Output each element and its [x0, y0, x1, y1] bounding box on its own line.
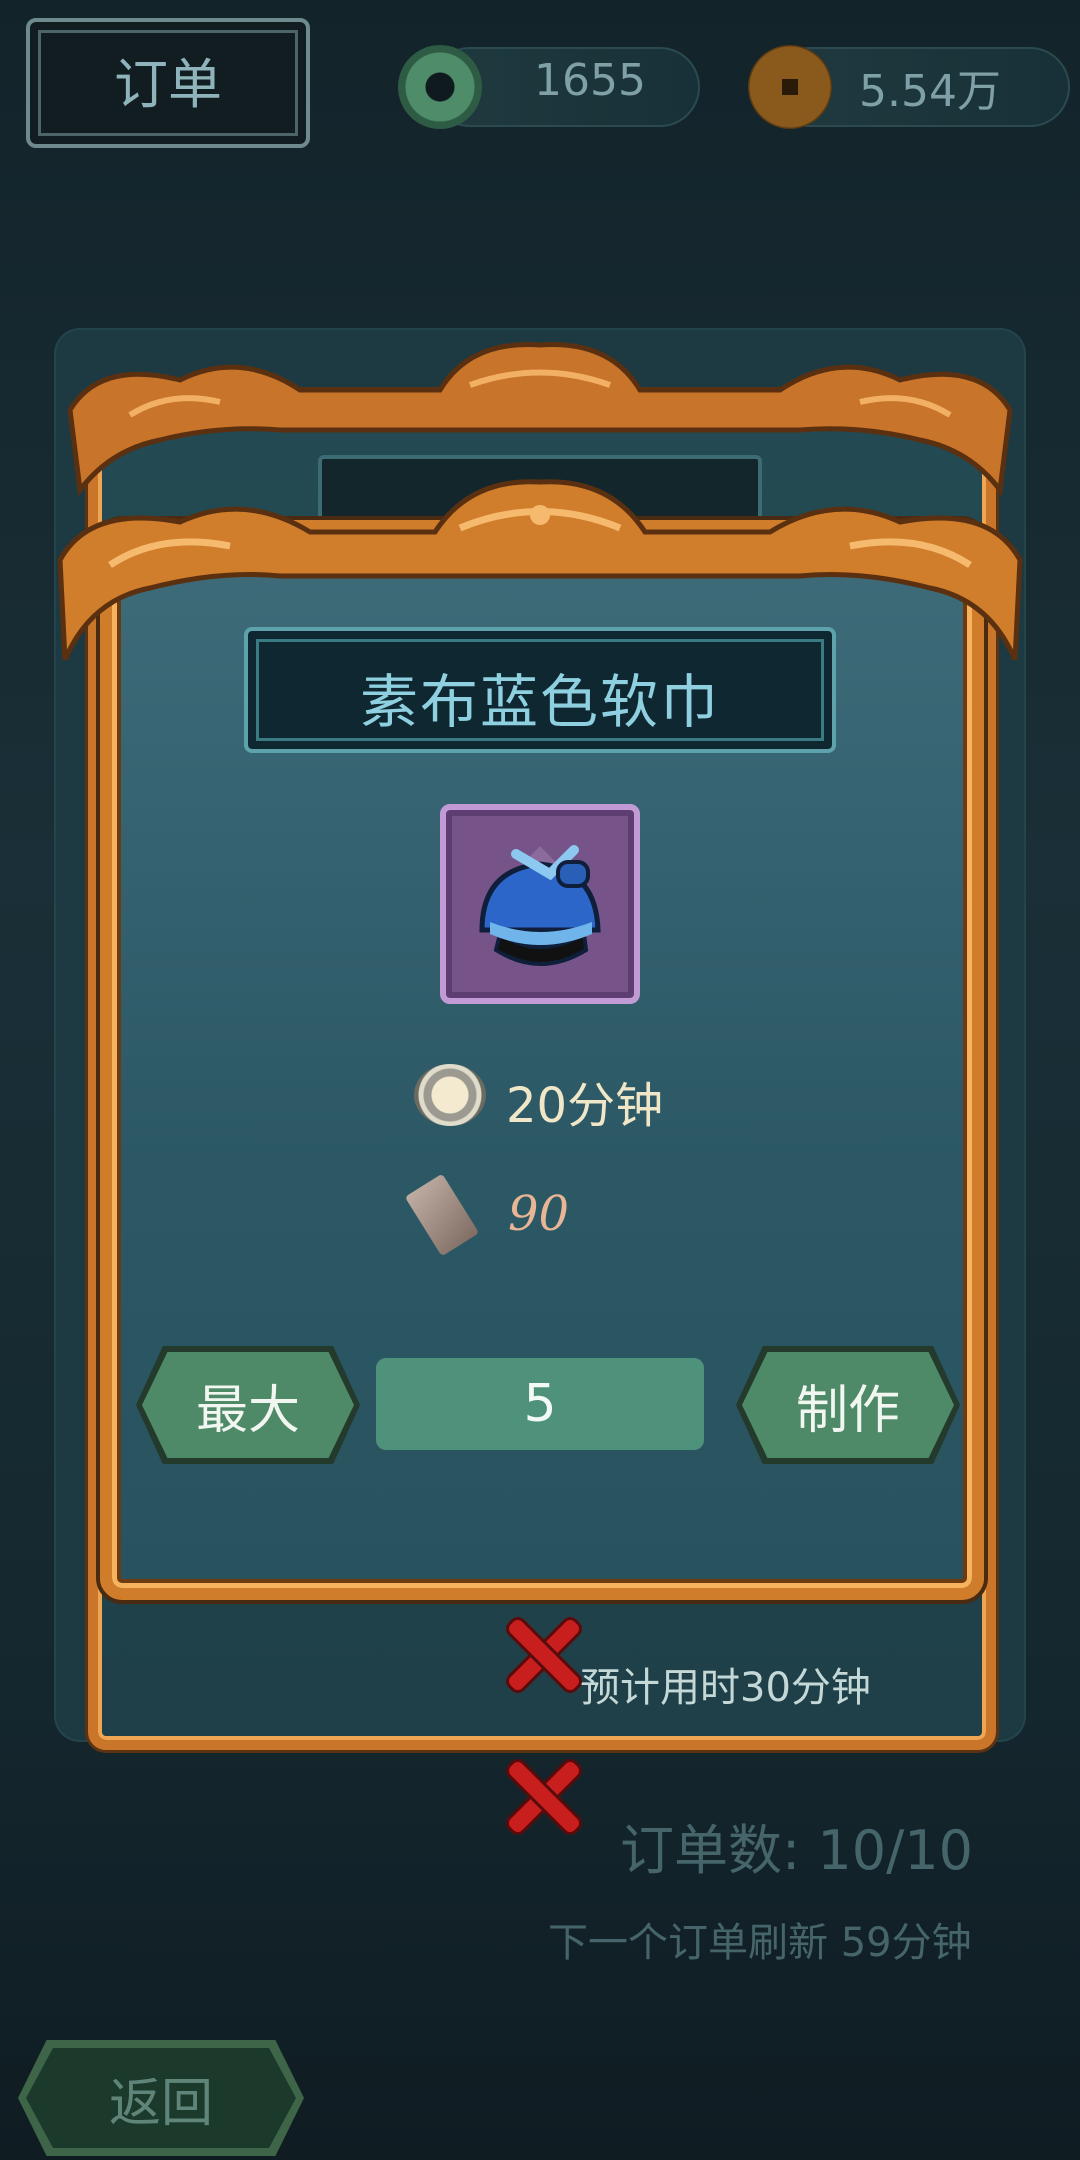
make-button[interactable]: 制作: [742, 1352, 954, 1458]
estimated-time: 预计用时30分钟: [580, 1665, 871, 1711]
item-name: 素布蓝色软巾: [359, 668, 720, 736]
jade-coin-icon: [398, 45, 482, 129]
page-title: 订单: [114, 53, 222, 116]
order-count: 订单数: 10/10: [620, 1819, 973, 1882]
material-cost: 90: [508, 1186, 570, 1242]
quantity-field[interactable]: 5: [376, 1358, 704, 1450]
item-slot: [440, 804, 640, 1004]
sundial-clock-icon: [414, 1064, 486, 1126]
blue-headscarf-icon: [479, 845, 601, 966]
coin-amount: 5.54万: [859, 66, 1001, 117]
close-order-icon[interactable]: [498, 1752, 588, 1842]
copper-coin-icon: [748, 45, 832, 129]
craft-time: 20分钟: [506, 1078, 664, 1134]
jade-amount: 1655: [534, 55, 646, 106]
max-button[interactable]: 最大: [142, 1352, 354, 1458]
order-refresh-timer: 下一个订单刷新 59分钟: [548, 1920, 972, 1966]
back-button[interactable]: 返回: [26, 2048, 296, 2148]
close-dialog-icon[interactable]: [498, 1610, 588, 1700]
